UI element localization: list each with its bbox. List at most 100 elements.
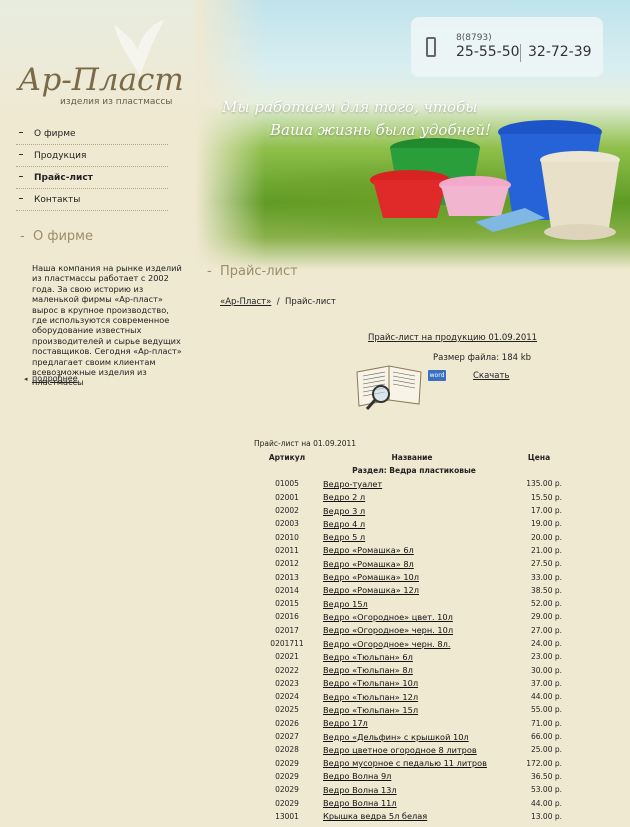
product-link[interactable]: Ведро «Тюльпан» 15л bbox=[323, 705, 418, 715]
cell-price: 24.00 р. bbox=[531, 639, 562, 648]
cell-article: 02029 bbox=[275, 785, 299, 795]
cell-name: Ведро «Дельфин» с крышкой 10л bbox=[320, 730, 504, 743]
product-link[interactable]: Ведро 4 л bbox=[323, 519, 365, 529]
page: Ар-Пласт изделия из пластмассы 8(8793) 2… bbox=[0, 0, 630, 827]
cell-price: 33.00 р. bbox=[531, 572, 562, 582]
nav-item-products[interactable]: Продукция bbox=[16, 145, 168, 167]
cell-price: 38.50 р. bbox=[531, 585, 562, 595]
product-link[interactable]: Ведро мусорное с педалью 11 литров bbox=[323, 758, 487, 768]
product-link[interactable]: Ведро «Дельфин» с крышкой 10л bbox=[323, 732, 469, 742]
cell-article: 02011 bbox=[275, 545, 299, 555]
table-row: 02029 Ведро Волна 13л 53.00 р. bbox=[254, 783, 574, 796]
cell-name: Ведро «Тюльпан» 8л bbox=[320, 663, 504, 676]
product-link[interactable]: Ведро цветное огородное 8 литров bbox=[323, 745, 477, 755]
cell-name: Ведро-туалет bbox=[320, 477, 504, 490]
product-link[interactable]: Ведро Волна 11л bbox=[323, 798, 397, 808]
phone-divider bbox=[520, 44, 521, 62]
download-link[interactable]: Скачать bbox=[473, 371, 509, 381]
product-link[interactable]: Ведро «Огородное» черн. 8л. bbox=[323, 639, 450, 649]
cell-price: 15.50 р. bbox=[531, 492, 562, 502]
table-caption: Прайс-лист на 01.09.2011 bbox=[254, 439, 357, 448]
product-link[interactable]: Ведро Волна 9л bbox=[323, 771, 391, 781]
product-link[interactable]: Ведро 17л bbox=[323, 718, 368, 728]
product-link[interactable]: Ведро «Тюльпан» 8л bbox=[323, 665, 413, 675]
cell-article: 13001 bbox=[275, 811, 299, 821]
cell-price: 27.00 р. bbox=[531, 625, 562, 635]
table-row: 02015 Ведро 15л 52.00 р. bbox=[254, 597, 574, 610]
cell-article: 02010 bbox=[275, 532, 299, 542]
product-link[interactable]: Ведро-туалет bbox=[323, 479, 382, 489]
breadcrumb-home[interactable]: «Ар-Пласт» bbox=[220, 297, 271, 307]
cell-name: Ведро «Огородное» черн. 8л. bbox=[320, 637, 504, 650]
product-link[interactable]: Крышка ведра 5л белая bbox=[323, 811, 427, 821]
product-link[interactable]: Ведро «Ромашка» 10л bbox=[323, 572, 419, 582]
cell-price: 36.50 р. bbox=[531, 771, 562, 781]
phone-code: 8(8793) bbox=[456, 33, 492, 43]
breadcrumb-separator: / bbox=[276, 297, 280, 307]
table-row: 02014 Ведро «Ромашка» 12л 38.50 р. bbox=[254, 584, 574, 597]
cell-name: Ведро Волна 9л bbox=[320, 770, 504, 783]
product-link[interactable]: Ведро «Ромашка» 8л bbox=[323, 559, 414, 569]
table-row: 02017 Ведро «Огородное» черн. 10л 27.00 р. bbox=[254, 624, 574, 637]
file-size: Размер файла: 184 kb bbox=[433, 353, 532, 363]
sidebar-title-text: О фирме bbox=[32, 229, 93, 244]
table-row: 02027 Ведро «Дельфин» с крышкой 10л 66.00 … bbox=[254, 730, 574, 743]
product-link[interactable]: Ведро «Огородное» черн. 10л bbox=[323, 625, 453, 635]
cell-name: Ведро «Ромашка» 12л bbox=[320, 584, 504, 597]
cell-article: 02021 bbox=[275, 652, 299, 662]
cell-name: Ведро 5 л bbox=[320, 530, 504, 543]
table-row: 02003 Ведро 4 л 19.00 р. bbox=[254, 517, 574, 530]
product-link[interactable]: Ведро «Ромашка» 12л bbox=[323, 585, 419, 595]
phone-number-2: 32-72-39 bbox=[528, 44, 592, 60]
nav-item-contacts[interactable]: Контакты bbox=[16, 189, 168, 211]
product-link[interactable]: Ведро 5 л bbox=[323, 532, 365, 542]
cell-article: 02026 bbox=[275, 718, 299, 728]
nav-item-pricelist[interactable]: Прайс-лист bbox=[16, 167, 168, 189]
phone-icon bbox=[426, 37, 436, 57]
product-link[interactable]: Ведро «Тюльпан» 12л bbox=[323, 692, 418, 702]
product-link[interactable]: Ведро «Огородное» цвет. 10л bbox=[323, 612, 453, 622]
logo-text[interactable]: Ар-Пласт bbox=[18, 62, 184, 98]
product-link[interactable]: Ведро Волна 13л bbox=[323, 785, 397, 795]
cell-article: 02002 bbox=[275, 506, 299, 516]
price-table-body: 01005 Ведро-туалет 135.00 р. 02001 Ведро 2 л… bbox=[254, 477, 574, 823]
cell-price: 172.00 р. bbox=[526, 758, 562, 768]
table-row: 02029 Ведро Волна 9л 36.50 р. bbox=[254, 770, 574, 783]
pricelist-doc-link[interactable]: Прайс-лист на продукцию 01.09.2011 bbox=[368, 333, 537, 343]
cell-price: 17.00 р. bbox=[531, 506, 562, 516]
cell-price: 20.00 р. bbox=[531, 532, 562, 542]
hero-fade bbox=[195, 0, 265, 270]
table-header-row: Артикул Название Цена bbox=[254, 450, 574, 464]
table-row: 13001 Крышка ведра 5л белая 13.00 р. bbox=[254, 810, 574, 823]
cell-name: Крышка ведра 5л белая bbox=[320, 810, 504, 823]
cell-article: 02001 bbox=[275, 492, 299, 502]
cell-article: 02015 bbox=[275, 599, 299, 609]
cell-name: Ведро «Огородное» черн. 10л bbox=[320, 624, 504, 637]
cell-price: 53.00 р. bbox=[531, 785, 562, 795]
product-link[interactable]: Ведро «Тюльпан» 10л bbox=[323, 678, 418, 688]
arrow-icon: ◂ bbox=[24, 375, 28, 383]
cell-article: 02003 bbox=[275, 519, 299, 529]
cell-name: Ведро «Тюльпан» 15л bbox=[320, 703, 504, 716]
cell-article: 02012 bbox=[275, 559, 299, 569]
slogan-line-2: Ваша жизнь была удобней! bbox=[270, 121, 492, 139]
product-link[interactable]: Ведро 3 л bbox=[323, 506, 365, 516]
cell-article: 02014 bbox=[275, 585, 299, 595]
product-link[interactable]: Ведро «Ромашка» 6л bbox=[323, 545, 414, 555]
section-label: Раздел: Ведра пластиковые bbox=[352, 466, 476, 476]
table-row: 02025 Ведро «Тюльпан» 15л 55.00 р. bbox=[254, 703, 574, 716]
product-link[interactable]: Ведро «Тюльпан» 6л bbox=[323, 652, 413, 662]
cell-price: 19.00 р. bbox=[531, 519, 562, 529]
more-link[interactable]: подробнее bbox=[32, 374, 78, 383]
slogan-line-1: Мы работаем для того, чтобы bbox=[222, 98, 478, 116]
cell-price: 25.00 р. bbox=[531, 745, 562, 755]
table-row: 02021 Ведро «Тюльпан» 6л 23.00 р. bbox=[254, 650, 574, 663]
cell-name: Ведро Волна 13л bbox=[320, 783, 504, 796]
cell-price: 71.00 р. bbox=[531, 718, 562, 728]
section-row: Раздел: Ведра пластиковые bbox=[254, 464, 574, 477]
page-title-text: Прайс-лист bbox=[219, 264, 298, 279]
product-link[interactable]: Ведро 15л bbox=[323, 599, 368, 609]
cell-name: Ведро 3 л bbox=[320, 504, 504, 517]
nav-item-about[interactable]: О фирме bbox=[16, 123, 168, 145]
product-link[interactable]: Ведро 2 л bbox=[323, 492, 365, 502]
